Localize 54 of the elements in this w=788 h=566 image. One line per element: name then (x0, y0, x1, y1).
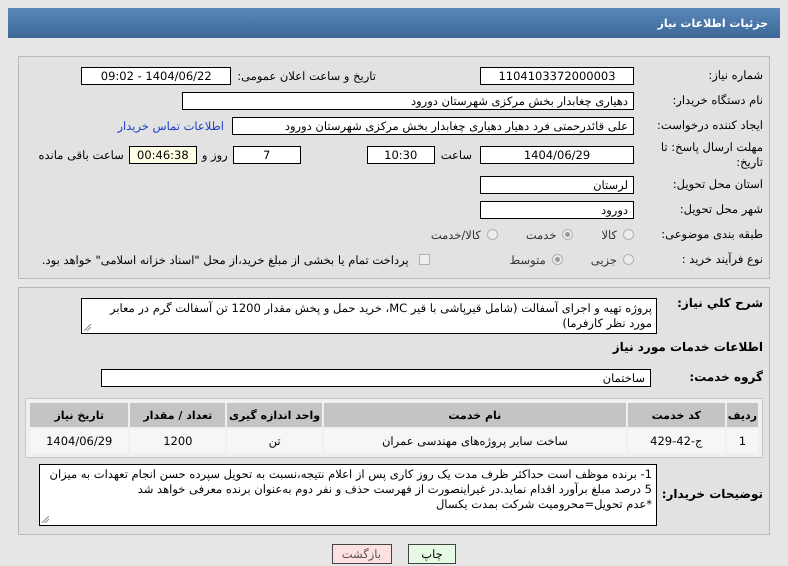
need-number-field: 1104103372000003 (480, 66, 634, 84)
back-button[interactable]: بازگشت (332, 544, 392, 564)
column-header: نام خدمت (324, 403, 626, 427)
column-header: تعداد / مقدار (130, 403, 226, 427)
field-label: شهر محل تحویل: (678, 202, 764, 217)
contact-link[interactable]: اطلاعات تماس خریدار (117, 118, 224, 132)
category-radio[interactable]: کالا/خدمت (430, 228, 498, 242)
column-header: واحد اندازه گیری (227, 403, 322, 427)
category-radio[interactable]: کالا (601, 228, 634, 242)
deadline-time-field: 10:30 (366, 146, 435, 164)
announce-date-field: 1404/06/22 - 09:02 (81, 66, 232, 84)
field-label: ایجاد کننده درخواست: (656, 118, 764, 133)
service-group-field: ساختمان (101, 368, 651, 386)
field-label: توضیحات خریدار: (660, 487, 764, 503)
resize-grip-icon (42, 516, 49, 523)
remaining-time-field: 00:46:38 (128, 146, 197, 164)
table-cell: تن (227, 429, 322, 453)
section-title: اطلاعات خدمات مورد نیاز (612, 340, 764, 354)
days-field: 7 (232, 146, 301, 164)
resize-grip-icon (84, 324, 91, 331)
payment-checkbox[interactable] (418, 254, 430, 265)
field-label: نام دستگاه خریدار: (671, 93, 764, 108)
field-label: تاریخ و ساعت اعلان عمومی: (237, 68, 376, 82)
remaining-label: ساعت باقی مانده (38, 148, 124, 162)
table-cell: ساخت سایر پروژه‌های مهندسی عمران (324, 429, 626, 453)
table-cell: ج-42-429 (628, 429, 725, 453)
table-cell: 1 (726, 429, 758, 453)
table-cell: 1404/06/29 (30, 429, 128, 453)
field-label: شرح کلي نياز: (676, 296, 764, 312)
buyer-org-field: دهیاری چغابدار بخش مرکزی شهرستان دورود (182, 92, 634, 110)
city-field: دورود (480, 200, 634, 218)
column-header: تاریخ نیاز (30, 403, 128, 427)
field-label: استان محل تحویل: (672, 177, 764, 192)
field-label: طبقه بندی موضوعی: (660, 227, 764, 242)
field-label: مهلت ارسال پاسخ: تا تاریخ: (660, 140, 764, 170)
column-header: کد خدمت (628, 403, 725, 427)
payment-note: پرداخت تمام یا بخشی از مبلغ خرید،از محل "اسناد خزانه اسلامی" خواهد بود. (42, 252, 409, 266)
print-button[interactable]: چاپ (408, 544, 456, 564)
buyer-notes-text: 1- برنده موظف است حداکثر ظرف مدت یک روز کاری پس از اعلام نتیجه،نسبت به تحویل سپرده حسن انجام تعهدات به میزان 5 درصد مبلغ برآورد اقدام نماید.در غیراینصورت از فهرست حذف و نفر دوم به‌عنوان برنده معرفی خواهد شد *عدم تحویل=محرومیت شرکت بمدت یکسال (48, 467, 652, 512)
page-title: جزئیات اطلاعات نیاز (658, 16, 768, 30)
table-cell: 1200 (130, 429, 226, 453)
days-label: روز و (202, 148, 228, 162)
field-label: شماره نیاز: (707, 68, 764, 83)
category-radio[interactable]: خدمت (526, 228, 574, 242)
province-field: لرستان (480, 176, 634, 194)
description-text: پروژه تهیه و اجرای آسفالت (شامل قیرپاشی با قیر MC، خرید حمل و پخش مقدار 1200 تن آسفالت گرم در معابر مورد نظر کارفرما) (110, 301, 652, 330)
requester-field: علی قائدرحمتی فرد دهیار دهیاری چغابدار بخش مرکزی شهرستان دورود (232, 116, 634, 134)
purchase-type-radio[interactable]: جزیی (590, 252, 634, 266)
field-label: نوع فرآیند خرید : (680, 252, 764, 267)
deadline-date-field: 1404/06/29 (480, 146, 634, 164)
purchase-type-radio[interactable]: متوسط (510, 252, 563, 266)
field-label: گروه خدمت: (688, 370, 764, 386)
time-label: ساعت (440, 148, 472, 162)
column-header: ردیف (726, 403, 758, 427)
